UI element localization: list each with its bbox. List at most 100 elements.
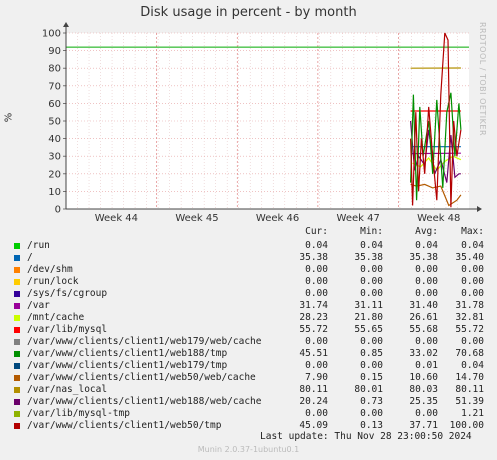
legend-row: /sys/fs/cgroup 0.00 0.00 0.00 0.00 — [0, 288, 497, 300]
legend-cur: 28.23 — [299, 312, 328, 323]
y-tick-label: 80 — [48, 64, 61, 75]
legend-cur: 0.00 — [305, 360, 328, 371]
legend-row: /run 0.04 0.04 0.04 0.04 — [0, 240, 497, 252]
legend-max: 35.40 — [455, 252, 484, 263]
legend-cur: 45.51 — [299, 348, 328, 359]
y-tick-label: 40 — [48, 134, 61, 145]
legend-cur: 80.11 — [299, 384, 328, 395]
legend-max: 0.04 — [461, 360, 484, 371]
legend-name: /var/www/clients/client1/web179/tmp — [27, 360, 228, 371]
legend-row: /dev/shm 0.00 0.00 0.00 0.00 — [0, 264, 497, 276]
legend-name: /sys/fs/cgroup — [27, 288, 108, 299]
legend-max: 0.04 — [461, 240, 484, 251]
legend-min: 0.00 — [360, 336, 383, 347]
legend-swatch — [14, 243, 20, 249]
legend-min: 0.00 — [360, 288, 383, 299]
x-tick-label: Week 47 — [337, 213, 380, 224]
legend-cur: 0.00 — [305, 408, 328, 419]
legend-name: /var/www/clients/client1/web188/tmp — [27, 348, 228, 359]
legend-min: 31.11 — [354, 300, 383, 311]
legend-min: 0.00 — [360, 408, 383, 419]
legend-name: /var/lib/mysql — [27, 324, 108, 335]
legend-cur: 31.74 — [299, 300, 328, 311]
legend-swatch — [14, 387, 20, 393]
legend-cur: 20.24 — [299, 396, 328, 407]
y-tick-label: 60 — [48, 99, 61, 110]
legend-max: 51.39 — [455, 396, 484, 407]
legend-max: 32.81 — [455, 312, 484, 323]
legend-name: / — [27, 252, 33, 263]
legend-min: 35.38 — [354, 252, 383, 263]
legend-name: /mnt/cache — [27, 312, 85, 323]
legend-header-cell: Cur: — [305, 226, 328, 237]
legend-row: /var/lib/mysql 55.72 55.65 55.68 55.72 — [0, 324, 497, 336]
legend-name: /var/www/clients/client1/web50/tmp — [27, 420, 222, 431]
legend-max: 0.00 — [461, 264, 484, 275]
legend-name: /var — [27, 300, 50, 311]
legend-swatch — [14, 339, 20, 345]
legend-row: /mnt/cache 28.23 21.80 26.61 32.81 — [0, 312, 497, 324]
legend-name: /var/www/clients/client1/web50/web/cache — [27, 372, 256, 383]
y-axis-arrow — [63, 22, 69, 27]
legend-row: /35.38 35.38 35.38 35.40 — [0, 252, 497, 264]
legend-min: 0.00 — [360, 264, 383, 275]
legend-swatch — [14, 363, 20, 369]
legend-cur: 0.00 — [305, 276, 328, 287]
legend-cur: 0.04 — [305, 240, 328, 251]
legend-cur: 55.72 — [299, 324, 328, 335]
legend-max: 1.21 — [461, 408, 484, 419]
legend-max: 31.78 — [455, 300, 484, 311]
legend-row: /var/nas_local 80.11 80.01 80.03 80.11 — [0, 384, 497, 396]
legend-swatch — [14, 303, 20, 309]
legend-min: 21.80 — [354, 312, 383, 323]
legend-cur: 0.00 — [305, 288, 328, 299]
legend-swatch — [14, 291, 20, 297]
munin-footer: Munin 2.0.37-1ubuntu0.1 — [197, 445, 300, 454]
y-tick-label: 50 — [48, 117, 61, 128]
y-tick-label: 70 — [48, 81, 61, 92]
y-tick-label: 0 — [55, 205, 61, 216]
legend-min: 0.00 — [360, 276, 383, 287]
legend-swatch — [14, 279, 20, 285]
chart-plot: 0 10 20 30 40 50 60 70 80 90 100 Week 44 Week 45 Week… — [42, 22, 482, 224]
legend-cur: 7.90 — [305, 372, 328, 383]
legend-header-cell: Max: — [461, 226, 484, 237]
legend-header: Cur: Min: Avg: Max: — [0, 226, 497, 238]
legend-swatch — [14, 411, 20, 417]
x-tick-label: Week 46 — [256, 213, 299, 224]
legend-name: /var/www/clients/client1/web179/web/cach… — [27, 336, 262, 347]
y-tick-label: 10 — [48, 187, 61, 198]
legend-min: 0.04 — [360, 240, 383, 251]
legend-row: /var/www/clients/client1/web188/web/cach… — [0, 396, 497, 408]
legend-row: /var/lib/mysql-tmp 0.00 0.00 0.00 1.21 — [0, 408, 497, 420]
legend-row: /var/www/clients/client1/web50/web/cache… — [0, 372, 497, 384]
y-tick-label: 30 — [48, 152, 61, 163]
legend-name: /dev/shm — [27, 264, 73, 275]
legend-row: /var/www/clients/client1/web188/tmp 45.51… — [0, 348, 497, 360]
legend-name: /var/lib/mysql-tmp — [27, 408, 130, 419]
legend-min: 0.73 — [360, 396, 383, 407]
legend-min: 55.65 — [354, 324, 383, 335]
legend-cur: 0.00 — [305, 336, 328, 347]
legend-max: 0.00 — [461, 288, 484, 299]
x-tick-label: Week 45 — [175, 213, 218, 224]
legend-max: 14.70 — [455, 372, 484, 383]
legend-name: /var/www/clients/client1/web188/web/cach… — [27, 396, 262, 407]
last-update-value: Thu Nov 28 23:00:50 2024 — [334, 431, 472, 442]
legend-row: /run/lock 0.00 0.00 0.00 0.00 — [0, 276, 497, 288]
legend-row: /var/www/clients/client1/web179/tmp 0.00 0… — [0, 360, 497, 372]
x-axis-arrow — [477, 206, 482, 212]
legend-row: /var 31.74 31.11 31.40 31.78 — [0, 300, 497, 312]
last-update-label: Last update: — [260, 431, 329, 442]
legend-swatch — [14, 327, 20, 333]
legend-cur: 0.00 — [305, 264, 328, 275]
legend-swatch — [14, 375, 20, 381]
legend-max: 70.68 — [455, 348, 484, 359]
legend-cur: 35.38 — [299, 252, 328, 263]
legend-max: 55.72 — [455, 324, 484, 335]
x-tick-label: Week 44 — [95, 213, 138, 224]
legend-swatch — [14, 315, 20, 321]
x-tick-label: Week 48 — [417, 213, 460, 224]
legend-swatch — [14, 351, 20, 357]
legend-swatch — [14, 399, 20, 405]
